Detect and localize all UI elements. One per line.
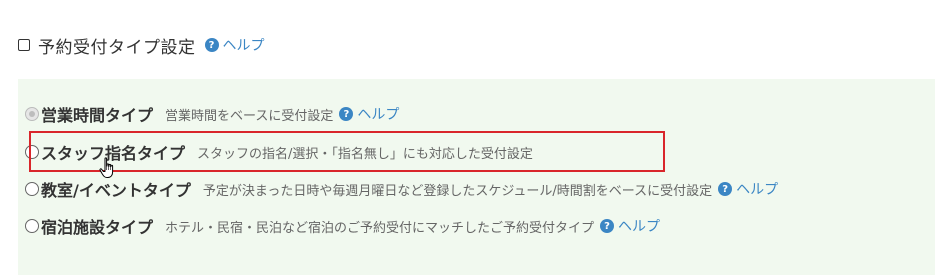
help-label: ヘルプ	[736, 182, 779, 198]
option-description: 予定が決まった日時や毎週月曜日など登録したスケジュール/時間割をベースに受付設定	[202, 183, 713, 199]
option-class-event[interactable]: 教室/イベントタイプ 予定が決まった日時や毎週月曜日など登録したスケジュール/時…	[25, 178, 778, 200]
hand-pointer-cursor-icon	[99, 157, 114, 178]
option-business-hours[interactable]: 営業時間タイプ 営業時間をベースに受付設定 ? ヘルプ	[25, 103, 399, 125]
option-help-link[interactable]: ? ヘルプ	[339, 104, 399, 124]
reservation-type-settings-header: 予約受付タイプ設定 ? ヘルプ	[18, 33, 265, 58]
question-circle-icon: ?	[339, 107, 354, 121]
settings-checkbox[interactable]	[18, 39, 30, 51]
option-title: 教室/イベントタイプ	[41, 181, 191, 200]
highlight-annotation-box	[29, 131, 665, 172]
help-label: ヘルプ	[357, 107, 400, 123]
option-description: ホテル・民宿・民泊など宿泊のご予約受付にマッチしたご予約受付タイプ	[165, 220, 595, 236]
page-title: 予約受付タイプ設定	[38, 37, 196, 58]
radio-class-event[interactable]	[25, 182, 39, 196]
help-label: ヘルプ	[222, 38, 265, 54]
radio-accommodation[interactable]	[25, 219, 39, 233]
option-help-link[interactable]: ? ヘルプ	[718, 179, 778, 199]
question-circle-icon: ?	[600, 219, 615, 233]
option-accommodation[interactable]: 宿泊施設タイプ ホテル・民宿・民泊など宿泊のご予約受付にマッチしたご予約受付タイ…	[25, 215, 660, 237]
option-help-link[interactable]: ? ヘルプ	[600, 216, 660, 236]
question-circle-icon: ?	[718, 182, 733, 196]
option-description: 営業時間をベースに受付設定	[165, 108, 334, 124]
radio-business-hours[interactable]	[25, 107, 39, 121]
header-help-link[interactable]: ? ヘルプ	[204, 35, 265, 55]
option-title: 営業時間タイプ	[41, 106, 154, 125]
help-label: ヘルプ	[618, 219, 661, 235]
option-title: 宿泊施設タイプ	[41, 218, 154, 237]
question-circle-icon: ?	[204, 38, 219, 52]
